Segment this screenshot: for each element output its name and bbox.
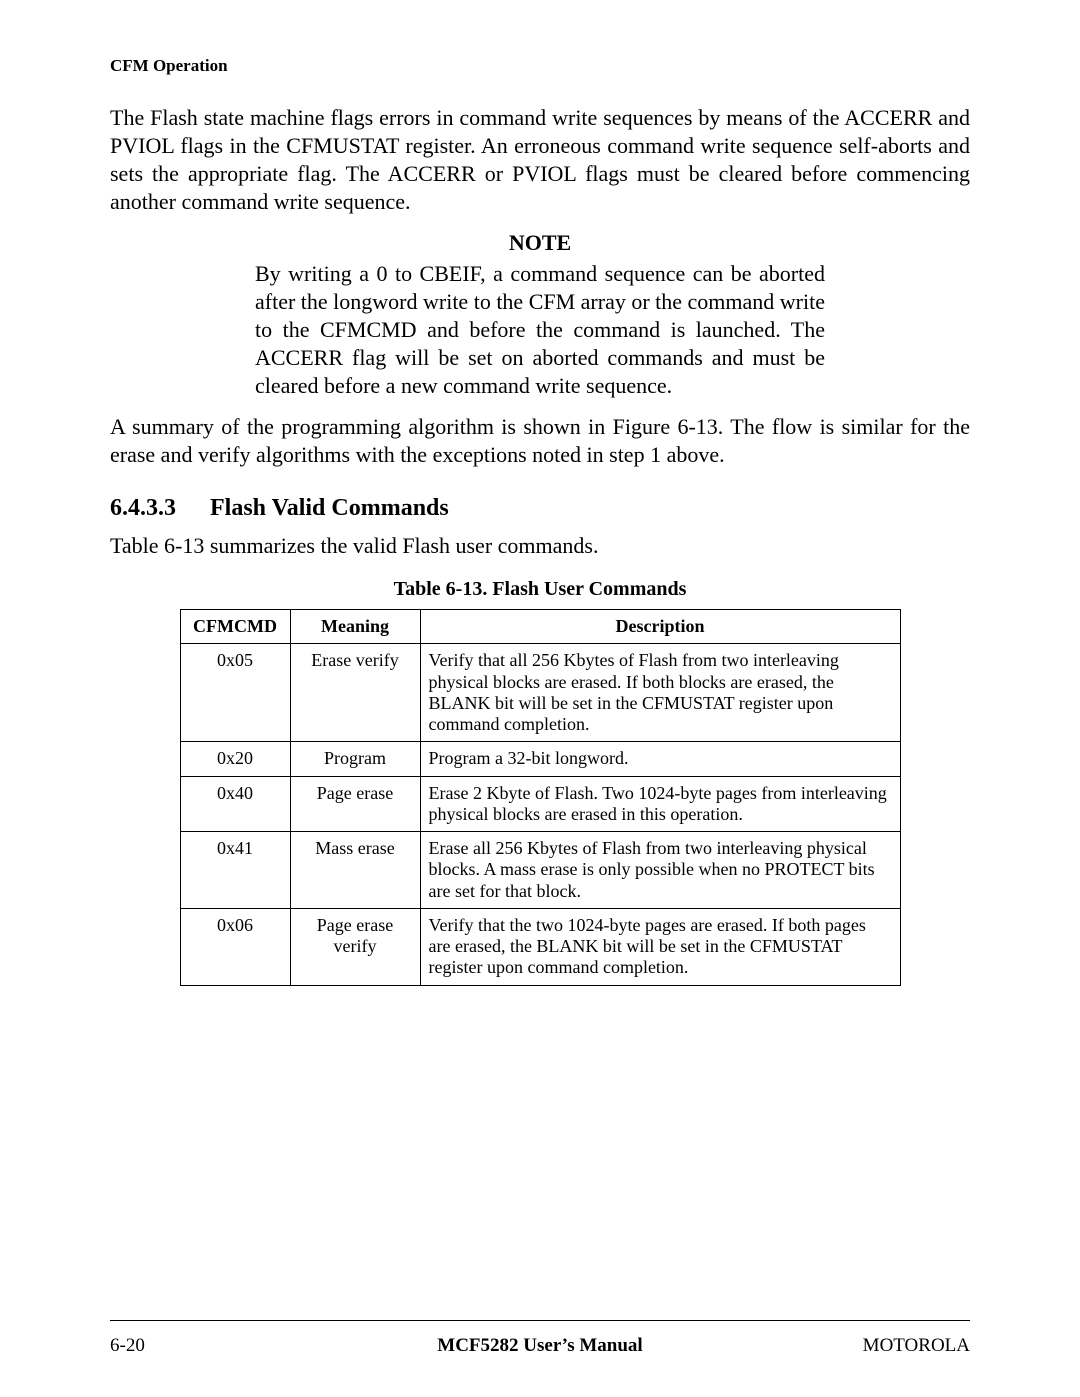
cell-meaning: Page erase [290,776,420,831]
footer-page-number: 6-20 [110,1335,145,1357]
section-title: Flash Valid Commands [210,495,449,521]
running-header: CFM Operation [110,56,970,76]
flash-commands-table: CFMCMD Meaning Description 0x05 Erase ve… [180,609,901,985]
paragraph-table-intro: Table 6-13 summarizes the valid Flash us… [110,532,970,560]
th-description: Description [420,610,900,644]
cell-cfmcmd: 0x05 [180,644,290,742]
table-row: 0x41 Mass erase Erase all 256 Kbytes of … [180,832,900,909]
cell-cfmcmd: 0x06 [180,908,290,985]
cell-meaning: Page erase verify [290,908,420,985]
cell-description: Program a 32-bit longword. [420,742,900,776]
footer-doc-title: MCF5282 User’s Manual [110,1335,970,1357]
table-caption: Table 6-13. Flash User Commands [110,578,970,601]
table-header-row: CFMCMD Meaning Description [180,610,900,644]
table-row: 0x06 Page erase verify Verify that the t… [180,908,900,985]
section-number: 6.4.3.3 [110,495,210,522]
cell-meaning: Program [290,742,420,776]
cell-meaning: Mass erase [290,832,420,909]
footer-brand: MOTOROLA [863,1335,970,1357]
table-row: 0x20 Program Program a 32-bit longword. [180,742,900,776]
cell-meaning: Erase verify [290,644,420,742]
cell-description: Erase all 256 Kbytes of Flash from two i… [420,832,900,909]
cell-cfmcmd: 0x41 [180,832,290,909]
section-heading: 6.4.3.3Flash Valid Commands [110,495,970,522]
cell-description: Verify that the two 1024-byte pages are … [420,908,900,985]
page: CFM Operation The Flash state machine fl… [0,0,1080,1397]
cell-description: Erase 2 Kbyte of Flash. Two 1024-byte pa… [420,776,900,831]
cell-cfmcmd: 0x20 [180,742,290,776]
cell-cfmcmd: 0x40 [180,776,290,831]
page-footer: 6-20 MCF5282 User’s Manual MOTOROLA [110,1335,970,1357]
footer-rule [110,1320,970,1321]
cell-description: Verify that all 256 Kbytes of Flash from… [420,644,900,742]
table-row: 0x05 Erase verify Verify that all 256 Kb… [180,644,900,742]
paragraph-summary: A summary of the programming algorithm i… [110,413,970,469]
th-cfmcmd: CFMCMD [180,610,290,644]
note-block: NOTE By writing a 0 to CBEIF, a command … [110,230,970,400]
th-meaning: Meaning [290,610,420,644]
note-body: By writing a 0 to CBEIF, a command seque… [255,260,825,400]
table-row: 0x40 Page erase Erase 2 Kbyte of Flash. … [180,776,900,831]
note-title: NOTE [110,230,970,256]
paragraph-intro: The Flash state machine flags errors in … [110,104,970,216]
